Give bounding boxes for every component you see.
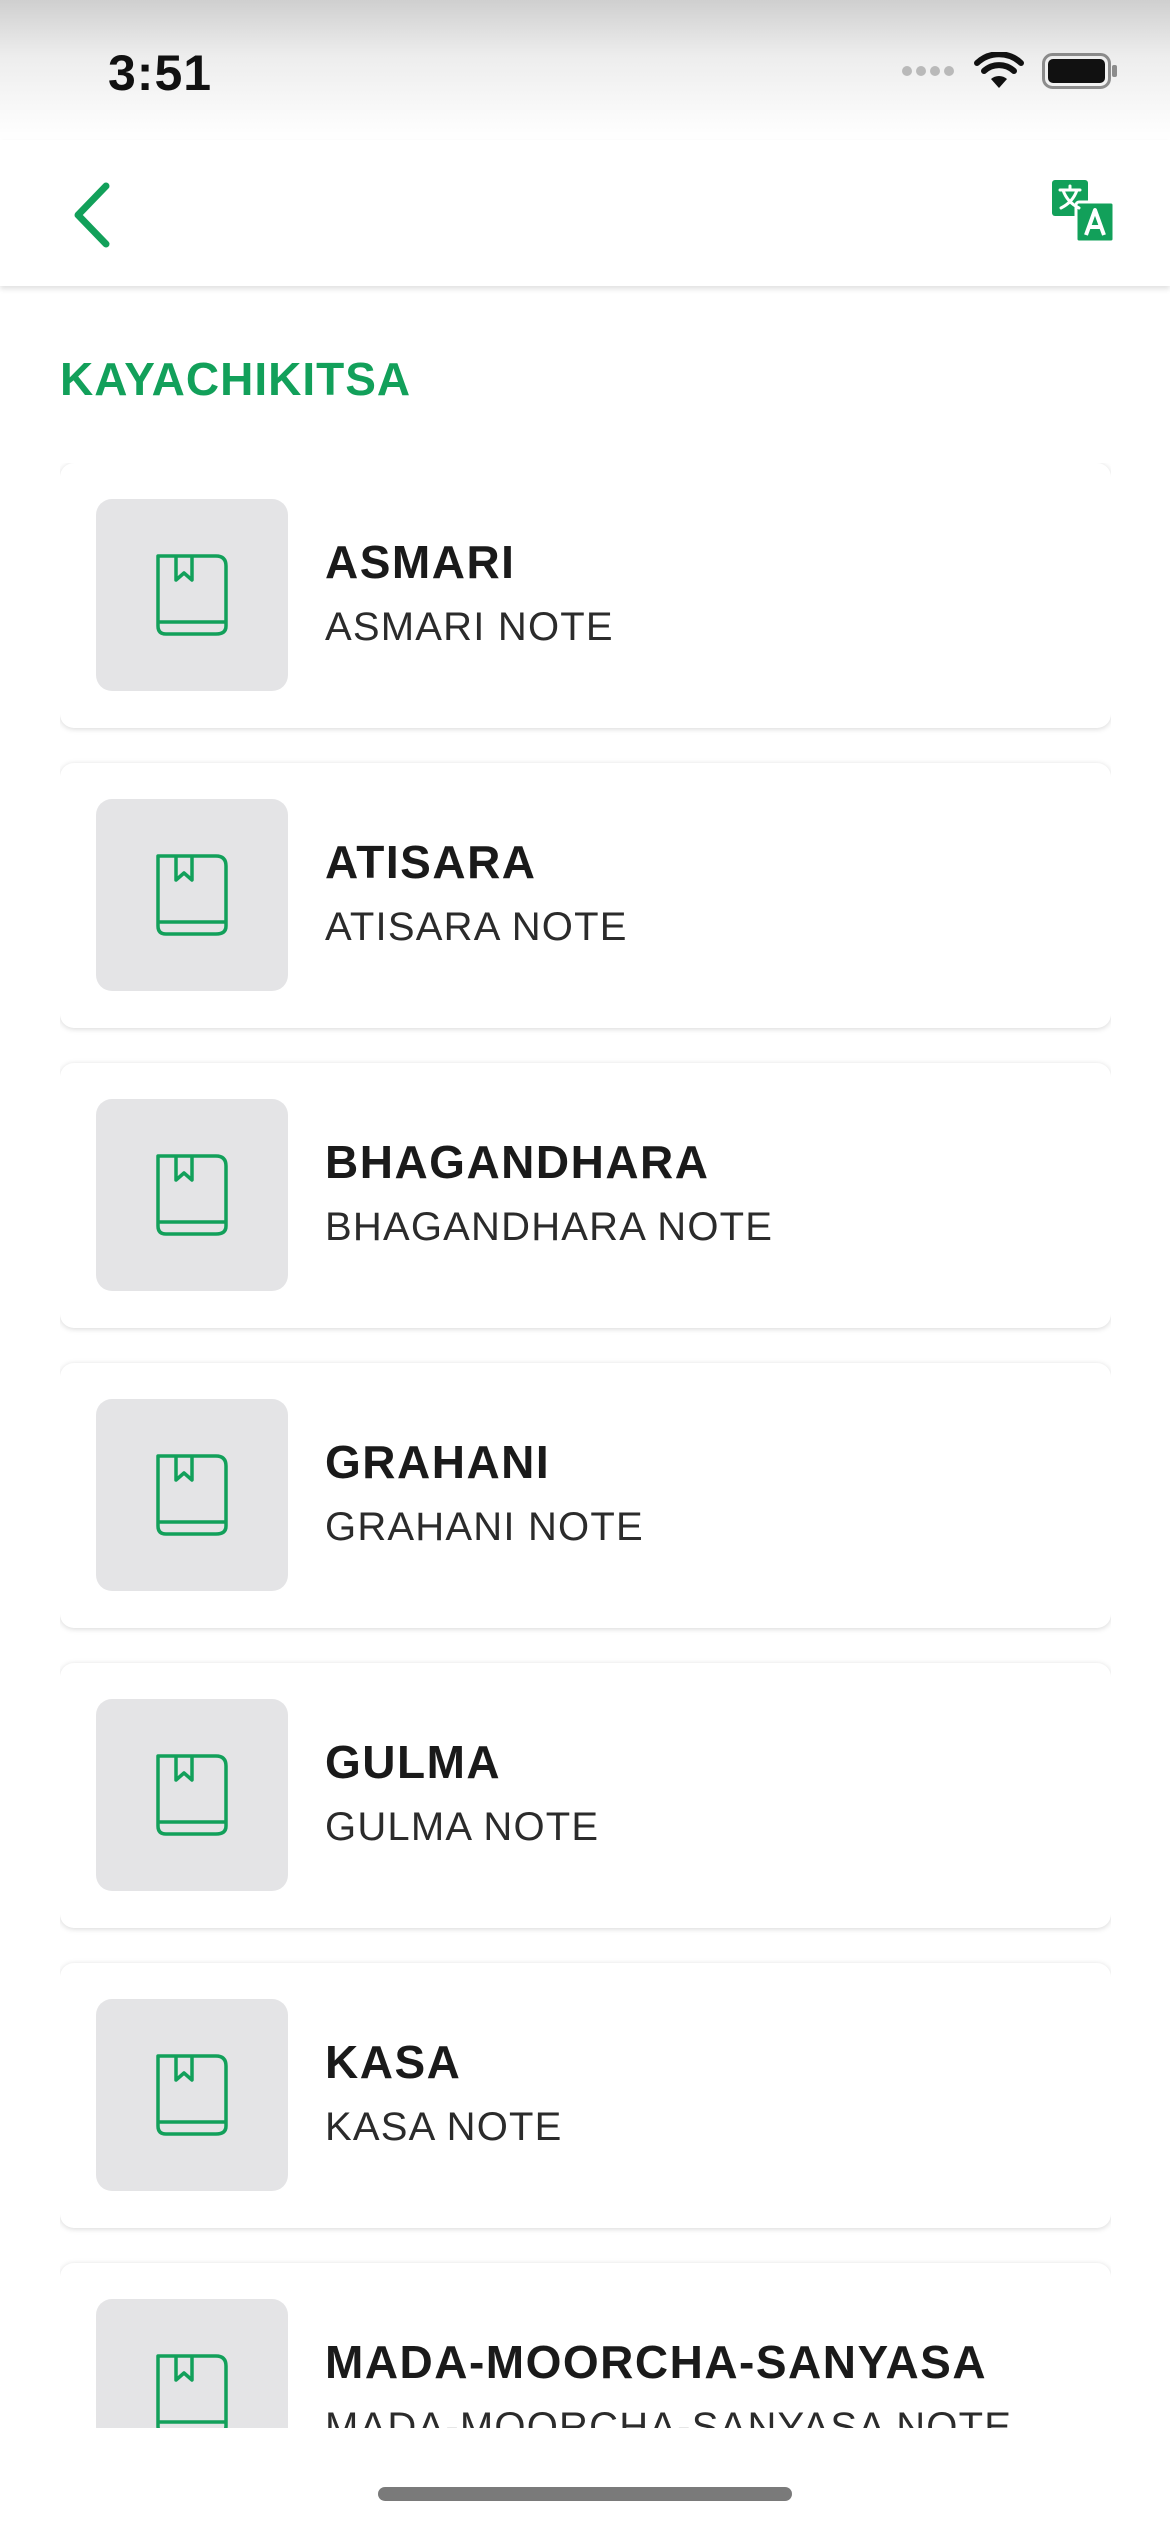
item-thumbnail [96,1699,288,1891]
translate-icon [1052,180,1116,244]
item-thumbnail [96,2299,288,2428]
item-subtitle: GULMA NOTE [325,1805,600,1849]
nav-bar [0,140,1170,286]
item-subtitle: ATISARA NOTE [325,905,628,949]
item-thumbnail [96,1999,288,2191]
back-button[interactable] [62,180,132,250]
translate-button[interactable] [1052,180,1116,244]
book-icon [156,1154,228,1236]
book-icon [156,2354,228,2428]
section-title: KAYACHIKITSA [60,353,412,405]
status-icons [902,52,1118,90]
item-thumbnail [96,1099,288,1291]
item-thumbnail [96,499,288,691]
item-thumbnail [96,1399,288,1591]
item-title: MADA-MOORCHA-SANYASA [325,2336,988,2388]
item-title: KASA [325,2036,462,2088]
list-item[interactable]: BHAGANDHARA BHAGANDHARA NOTE [60,1063,1111,1328]
item-title: GRAHANI [325,1436,551,1488]
item-subtitle: BHAGANDHARA NOTE [325,1205,774,1249]
book-icon [156,854,228,936]
book-icon [156,1754,228,1836]
notes-list[interactable]: ASMARI ASMARI NOTE ATISARA ATISARA NOTE … [60,463,1111,2428]
battery-icon [1042,53,1117,89]
item-title: ASMARI [325,536,516,588]
list-item[interactable]: MADA-MOORCHA-SANYASA MADA-MOORCHA-SANYAS… [60,2263,1111,2428]
item-thumbnail [96,799,288,991]
book-icon [156,1454,228,1536]
status-bar: 3:51 [0,0,1170,140]
cellular-signal-icon [902,66,954,76]
item-subtitle: KASA NOTE [325,2105,563,2149]
home-indicator [378,2487,792,2501]
item-subtitle: GRAHANI NOTE [325,1505,644,1549]
item-title: ATISARA [325,836,537,888]
list-item[interactable]: KASA KASA NOTE [60,1963,1111,2228]
list-item[interactable]: ATISARA ATISARA NOTE [60,763,1111,1028]
list-item[interactable]: GULMA GULMA NOTE [60,1663,1111,1928]
status-time: 3:51 [108,45,213,101]
book-icon [156,554,228,636]
book-icon [156,2054,228,2136]
wifi-icon [974,52,1024,88]
list-item[interactable]: GRAHANI GRAHANI NOTE [60,1363,1111,1628]
item-title: BHAGANDHARA [325,1136,710,1188]
chevron-left-icon [74,182,110,248]
item-subtitle: MADA-MOORCHA-SANYASA NOTE [325,2405,1013,2428]
item-subtitle: ASMARI NOTE [325,605,614,649]
item-title: GULMA [325,1736,502,1788]
list-item[interactable]: ASMARI ASMARI NOTE [60,463,1111,728]
